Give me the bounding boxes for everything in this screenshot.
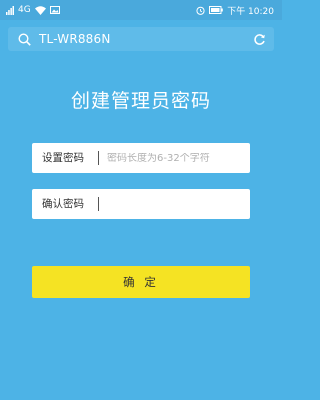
- wifi-icon: [34, 5, 46, 15]
- alarm-icon: [196, 6, 205, 15]
- set-password-input[interactable]: [107, 152, 247, 164]
- clock: 下午 10:20: [227, 6, 274, 17]
- status-bar: 4G 下午 10:20: [0, 0, 282, 20]
- url-text[interactable]: TL-WR886N: [39, 32, 111, 46]
- confirm-password-input[interactable]: [107, 198, 247, 210]
- set-password-label: 设置密码: [32, 151, 99, 165]
- confirm-password-label: 确认密码: [32, 197, 99, 211]
- confirm-password-field[interactable]: 确认密码: [32, 189, 250, 219]
- refresh-icon[interactable]: [253, 33, 266, 46]
- page-title: 创建管理员密码: [70, 90, 211, 112]
- search-icon[interactable]: [18, 32, 31, 46]
- network-type: 4G: [18, 5, 31, 15]
- battery-icon: [209, 6, 223, 14]
- address-bar[interactable]: TL-WR886N: [8, 27, 274, 51]
- image-notification-icon: [49, 6, 60, 14]
- confirm-button[interactable]: 确 定: [32, 266, 250, 298]
- signal-icon: [6, 5, 14, 15]
- set-password-field[interactable]: 设置密码: [32, 143, 250, 173]
